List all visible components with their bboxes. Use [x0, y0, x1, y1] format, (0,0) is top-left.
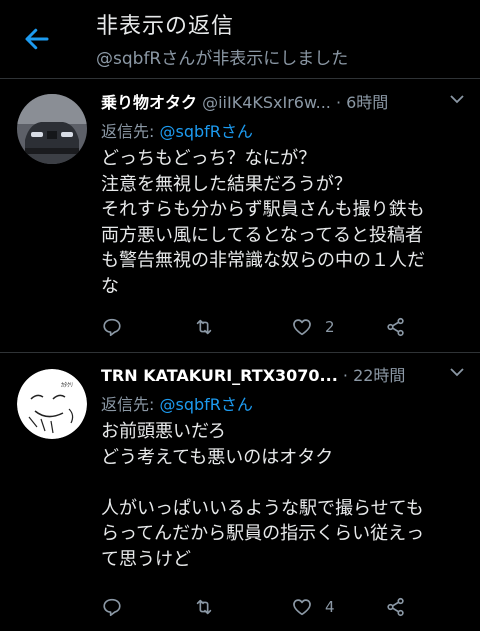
tweet-header: 乗り物オタク @iiIK4KSxIr6w... · 6時間 [101, 89, 470, 115]
avatar[interactable] [17, 94, 87, 164]
heart-icon [293, 319, 311, 336]
retweet-button[interactable] [193, 314, 215, 340]
display-name[interactable]: 乗り物オタク [101, 93, 197, 112]
share-button[interactable] [385, 594, 407, 620]
like-button[interactable]: 4 [291, 594, 335, 620]
separator-dot: · [342, 366, 354, 385]
tweet-text: お前頭悪いだろ どう考えても悪いのはオタク 人がいっぱいいるような駅で撮らせても… [101, 421, 425, 570]
page-title: 非表示の返信 [96, 14, 235, 39]
timestamp[interactable]: 6時間 [346, 93, 388, 112]
chevron-down-icon[interactable] [450, 367, 464, 377]
action-bar: 4 [101, 594, 461, 620]
like-count: 4 [325, 598, 335, 616]
sketch-face-icon: ｶﾀｸﾘ [17, 369, 87, 439]
user-handle[interactable]: @iiIK4KSxIr6w... [202, 93, 331, 112]
tweet-header: TRN KATAKURI_RTX3070... · 22時間 [101, 362, 470, 388]
top-bar: 非表示の返信 @sqbfRさんが非表示にしました [0, 0, 480, 79]
timestamp[interactable]: 22時間 [353, 366, 405, 385]
car-photo-icon [17, 94, 87, 164]
like-button[interactable]: 2 [291, 314, 335, 340]
display-name[interactable]: TRN KATAKURI_RTX3070... [101, 366, 338, 385]
separator-dot: · [335, 93, 347, 112]
retweet-icon [196, 599, 212, 615]
like-count: 2 [325, 318, 335, 336]
reply-to-line: 返信先: @sqbfRさん [101, 391, 253, 415]
reply-to-mention[interactable]: @sqbfRさん [159, 395, 252, 414]
heart-icon [293, 599, 311, 616]
chevron-down-icon[interactable] [450, 94, 464, 104]
avatar[interactable]: ｶﾀｸﾘ [17, 369, 87, 439]
reply-to-label: 返信先: [101, 395, 160, 414]
share-icon [387, 597, 404, 617]
reply-tweet[interactable]: ｶﾀｸﾘ TRN KATAKURI_RTX3070... · 22時間 返信先:… [0, 353, 480, 631]
reply-to-mention[interactable]: @sqbfRさん [159, 122, 252, 141]
share-button[interactable] [385, 314, 407, 340]
retweet-button[interactable] [193, 594, 215, 620]
reply-icon [103, 598, 121, 617]
share-icon [387, 317, 404, 337]
reply-icon [103, 318, 121, 337]
tweet-text: どっちもどっち？なにが？ 注意を無視した結果だろうが？ それすらも分からず駅員さ… [101, 148, 425, 297]
retweet-icon [196, 319, 212, 335]
svg-text:ｶﾀｸﾘ: ｶﾀｸﾘ [61, 382, 73, 389]
reply-to-line: 返信先: @sqbfRさん [101, 118, 253, 142]
reply-to-label: 返信先: [101, 122, 160, 141]
action-bar: 2 [101, 314, 461, 340]
back-arrow-icon[interactable] [22, 24, 52, 54]
reply-button[interactable] [101, 594, 123, 620]
page-subtitle: @sqbfRさんが非表示にしました [96, 49, 349, 69]
reply-tweet[interactable]: 乗り物オタク @iiIK4KSxIr6w... · 6時間 返信先: @sqbf… [0, 80, 480, 353]
reply-button[interactable] [101, 314, 123, 340]
